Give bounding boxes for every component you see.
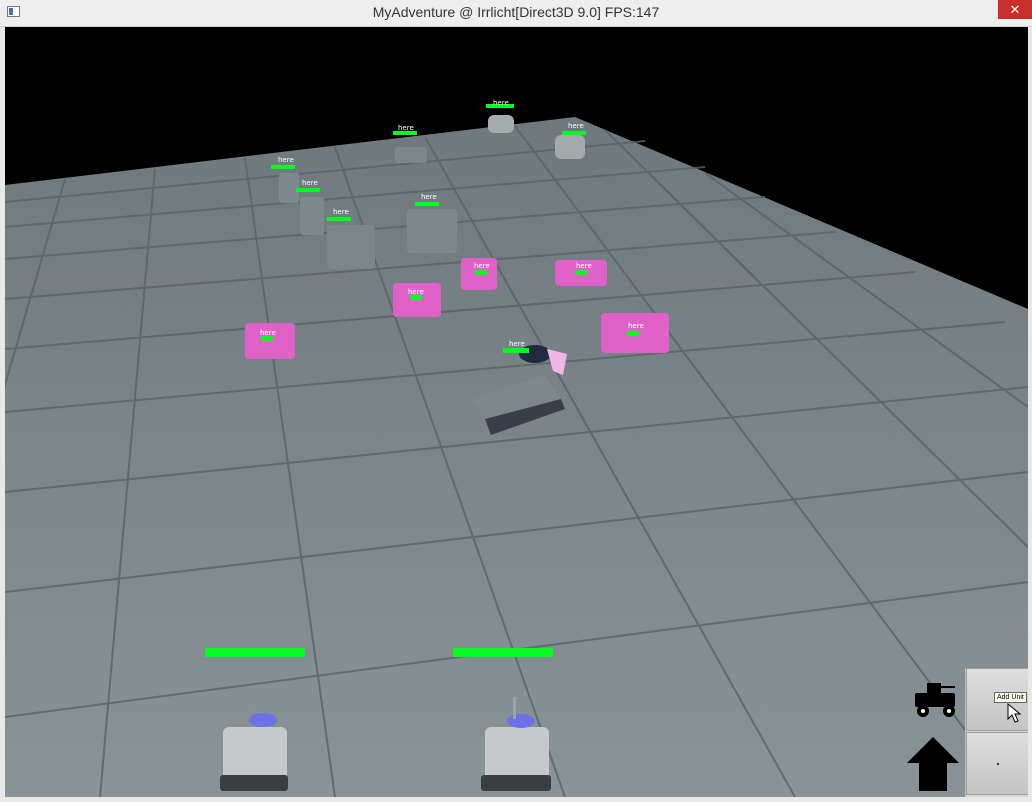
- unit-label: here: [474, 262, 490, 270]
- command-panel: Add Unit: [965, 668, 1028, 797]
- unit-label: here: [568, 122, 584, 130]
- unit-label: here: [576, 262, 592, 270]
- unit-label: here: [278, 156, 294, 164]
- unit-pink-2[interactable]: here: [393, 283, 441, 317]
- unit-pink-4[interactable]: here: [555, 260, 607, 286]
- health-bar: [453, 648, 553, 657]
- health-bar: [475, 270, 487, 275]
- health-bar: [415, 202, 439, 206]
- health-bar: [627, 331, 639, 336]
- unit-pink-5[interactable]: here: [601, 313, 669, 353]
- game-viewport[interactable]: here here here here here here here here …: [5, 27, 1028, 797]
- cursor-icon: [1007, 703, 1021, 723]
- floor-plane: [5, 117, 1028, 797]
- unit-grey-1[interactable]: here: [486, 99, 514, 133]
- add-unit-tooltip: Add Unit: [994, 692, 1027, 703]
- unit-label: here: [421, 193, 437, 201]
- window-title: MyAdventure @ Irrlicht[Direct3D 9.0] FPS…: [372, 4, 660, 20]
- unit-label: here: [509, 340, 525, 348]
- unit-label: here: [333, 208, 349, 216]
- tank-icon[interactable]: [905, 679, 961, 719]
- unit-label: here: [260, 329, 276, 337]
- health-bar: [205, 648, 305, 657]
- health-bar: [503, 348, 529, 353]
- title-bar[interactable]: MyAdventure @ Irrlicht[Direct3D 9.0] FPS…: [0, 0, 1032, 27]
- unit-label: here: [628, 322, 644, 330]
- health-bar: [271, 165, 295, 169]
- unit-label: here: [302, 179, 318, 187]
- health-bar: [575, 270, 587, 275]
- game-scene[interactable]: here here here here here here here here …: [5, 27, 1028, 797]
- unit-pink-1[interactable]: here: [245, 323, 295, 359]
- secondary-command-button[interactable]: [966, 732, 1028, 795]
- health-bar: [327, 217, 351, 221]
- up-arrow-icon[interactable]: [905, 735, 961, 791]
- health-bar: [562, 131, 586, 135]
- close-button[interactable]: ✕: [998, 0, 1032, 19]
- health-bar: [296, 188, 320, 192]
- unit-label: here: [398, 124, 414, 132]
- dot-icon: [997, 763, 999, 765]
- unit-label: here: [493, 99, 509, 107]
- unit-pink-3[interactable]: here: [461, 258, 497, 290]
- unit-label: here: [408, 288, 424, 296]
- add-unit-button[interactable]: Add Unit: [966, 668, 1028, 731]
